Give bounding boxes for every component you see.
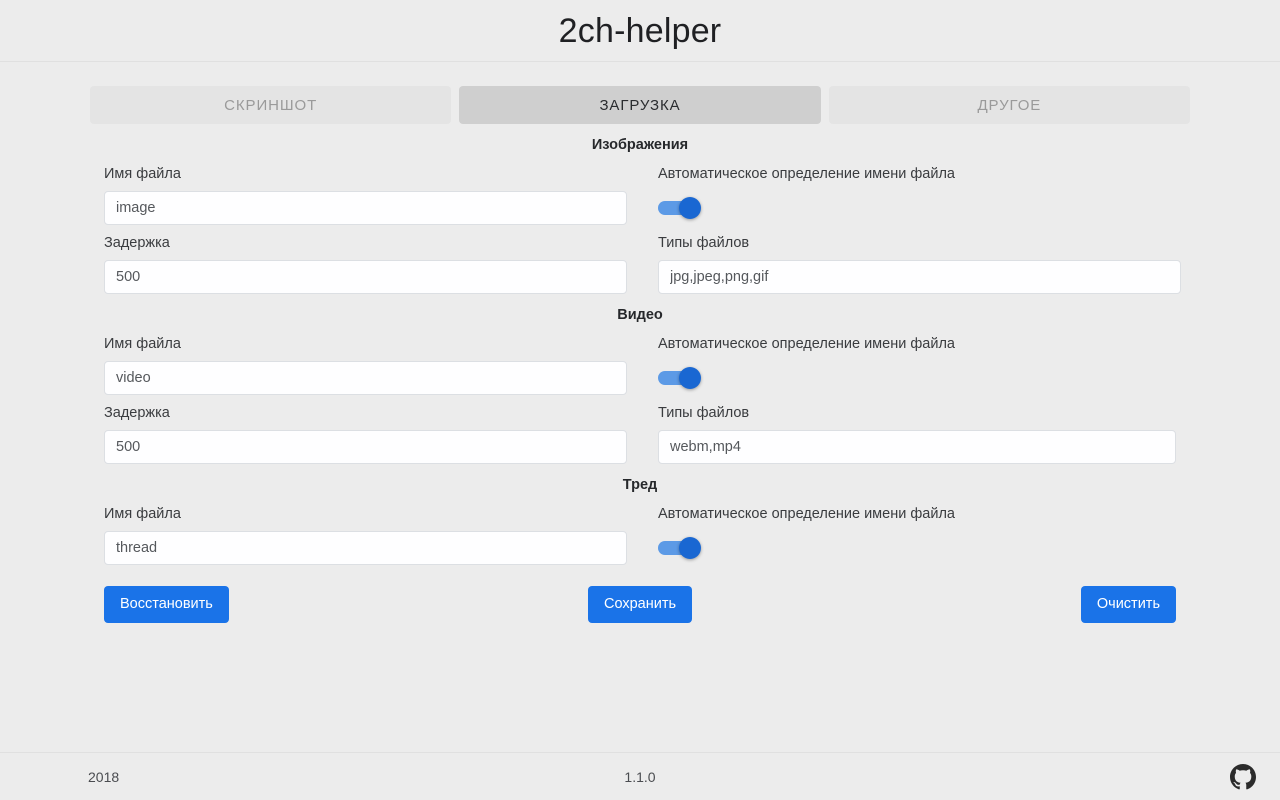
video-delay-input[interactable] <box>104 430 627 464</box>
app-header: 2ch-helper <box>0 0 1280 62</box>
github-icon[interactable] <box>1230 763 1256 790</box>
video-auto-label: Автоматическое определение имени файла <box>658 336 955 352</box>
images-filetypes-label: Типы файлов <box>658 235 750 251</box>
images-section: Имя файла Автоматическое определение име… <box>104 156 1181 294</box>
images-delay-label: Задержка <box>104 235 170 251</box>
app-footer: 2018 1.1.0 <box>0 752 1280 800</box>
thread-filename-field: Имя файла <box>104 496 627 565</box>
images-delay-input[interactable] <box>104 260 627 294</box>
video-section: Имя файла Автоматическое определение име… <box>104 326 1176 464</box>
action-center-group: Сохранить <box>587 586 693 623</box>
video-auto-toggle[interactable] <box>658 367 704 389</box>
images-auto-switch-wrap <box>658 191 1181 225</box>
settings-form: Изображения Имя файла Автоматическое опр… <box>0 124 1280 752</box>
thread-auto-toggle[interactable] <box>658 537 704 559</box>
tab-screenshot-label: СКРИНШОТ <box>224 96 318 114</box>
video-filetypes-field: Типы файлов <box>658 395 1176 464</box>
toggle-thumb <box>679 197 701 219</box>
video-filename-label: Имя файла <box>104 336 181 352</box>
save-button[interactable]: Сохранить <box>587 586 693 623</box>
tab-other[interactable]: ДРУГОЕ <box>828 86 1190 124</box>
toggle-thumb <box>679 537 701 559</box>
thread-auto-switch-wrap <box>658 531 1176 565</box>
video-auto-field: Автоматическое определение имени файла <box>658 326 1176 395</box>
video-delay-field: Задержка <box>104 395 627 464</box>
images-filename-label: Имя файла <box>104 166 181 182</box>
page-title: 2ch-helper <box>558 11 722 50</box>
restore-button[interactable]: Восстановить <box>104 586 229 623</box>
footer-year: 2018 <box>88 768 120 785</box>
tab-screenshot[interactable]: СКРИНШОТ <box>90 86 452 124</box>
video-auto-switch-wrap <box>658 361 1176 395</box>
images-filetypes-input[interactable] <box>658 260 1181 294</box>
thread-filename-input[interactable] <box>104 531 627 565</box>
action-button-row: Восстановить Сохранить Очистить <box>104 565 1176 623</box>
app-window: 2ch-helper СКРИНШОТ ЗАГРУЗКА ДРУГОЕ Изоб… <box>0 0 1280 800</box>
section-title-images: Изображения <box>591 137 689 153</box>
images-filename-field: Имя файла <box>104 156 627 225</box>
footer-right-group <box>1230 763 1256 790</box>
action-right-group: Очистить <box>692 586 1176 623</box>
section-title-thread: Тред <box>622 477 658 493</box>
tab-download[interactable]: ЗАГРУЗКА <box>459 86 821 124</box>
footer-version: 1.1.0 <box>624 768 656 785</box>
toggle-thumb <box>679 367 701 389</box>
thread-section: Имя файла Автоматическое определение име… <box>104 496 1176 565</box>
section-title-video: Видео <box>617 307 663 323</box>
tab-bar: СКРИНШОТ ЗАГРУЗКА ДРУГОЕ <box>0 62 1280 124</box>
tab-download-label: ЗАГРУЗКА <box>599 96 681 114</box>
images-auto-toggle[interactable] <box>658 197 704 219</box>
tab-other-label: ДРУГОЕ <box>977 96 1042 114</box>
images-filetypes-field: Типы файлов <box>658 225 1181 294</box>
thread-filename-label: Имя файла <box>104 506 181 522</box>
thread-auto-label: Автоматическое определение имени файла <box>658 506 955 522</box>
video-filetypes-label: Типы файлов <box>658 405 750 421</box>
images-auto-label: Автоматическое определение имени файла <box>658 166 955 182</box>
images-filename-input[interactable] <box>104 191 627 225</box>
video-filename-input[interactable] <box>104 361 627 395</box>
video-filetypes-input[interactable] <box>658 430 1176 464</box>
video-delay-label: Задержка <box>104 405 170 421</box>
thread-auto-field: Автоматическое определение имени файла <box>658 496 1176 565</box>
action-left-group: Восстановить <box>104 586 588 623</box>
video-filename-field: Имя файла <box>104 326 627 395</box>
images-auto-field: Автоматическое определение имени файла <box>658 156 1181 225</box>
images-delay-field: Задержка <box>104 225 627 294</box>
clear-button[interactable]: Очистить <box>1080 586 1176 623</box>
